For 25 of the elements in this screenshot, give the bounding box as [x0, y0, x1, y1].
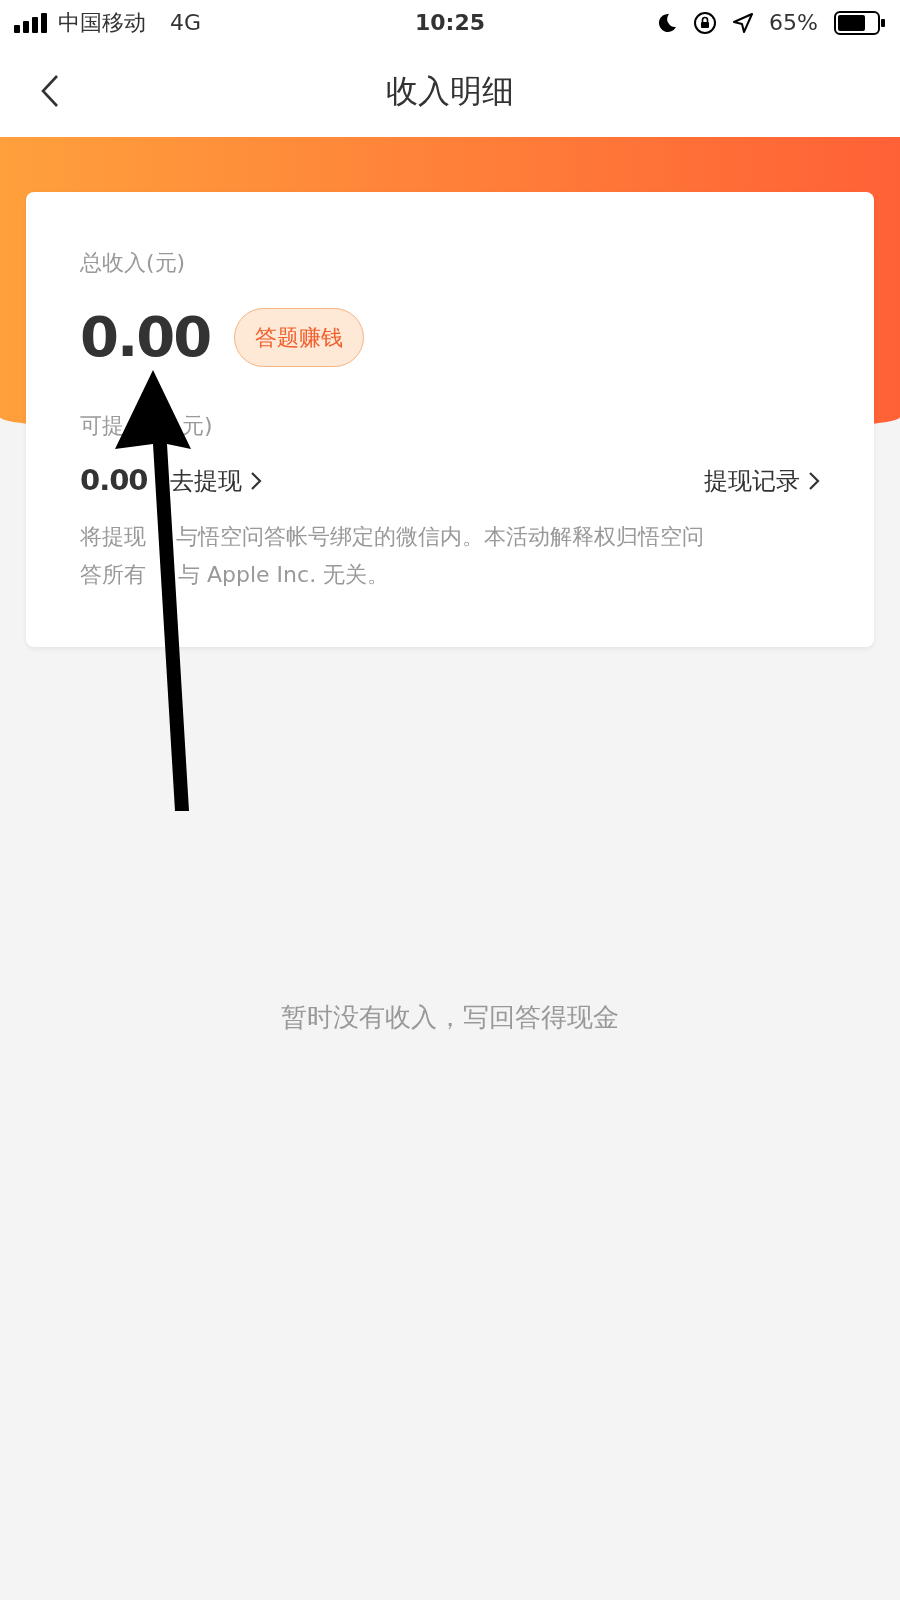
- moon-icon: [657, 12, 678, 33]
- battery-icon: [834, 10, 886, 35]
- total-income-label: 总收入(元): [80, 250, 187, 276]
- carrier-name: 中国移动: [58, 9, 146, 37]
- location-arrow-icon: [733, 12, 754, 33]
- total-income-amount: 0.00: [80, 309, 211, 365]
- battery-percent: 65%: [769, 9, 818, 37]
- page-title: 收入明细: [386, 71, 514, 111]
- note-text: 与悟空问答帐号绑定的微信内。本活动解释权归悟空问: [176, 523, 704, 551]
- empty-message: 暂时没有收入，写回答得现金: [280, 1001, 620, 1034]
- withdraw-link[interactable]: 去提现: [169, 463, 262, 499]
- rotation-lock-icon: [693, 10, 718, 35]
- withdrawable-label: 可提: [80, 413, 124, 439]
- clock-time: 10:25: [415, 9, 485, 37]
- chevron-right-icon: [808, 471, 820, 491]
- note-text: 答所有: [80, 561, 146, 589]
- signal-icon: [14, 12, 50, 33]
- withdrawable-amount: 0.00: [80, 462, 148, 500]
- note-text: 将提现: [80, 523, 146, 551]
- note-text: 与 Apple Inc. 无关。: [178, 561, 390, 589]
- back-button[interactable]: [40, 74, 60, 108]
- network-type: 4G: [170, 9, 202, 37]
- withdrawable-label: 元): [182, 413, 213, 439]
- withdraw-records-link[interactable]: 提现记录: [704, 463, 820, 499]
- chevron-right-icon: [249, 471, 262, 491]
